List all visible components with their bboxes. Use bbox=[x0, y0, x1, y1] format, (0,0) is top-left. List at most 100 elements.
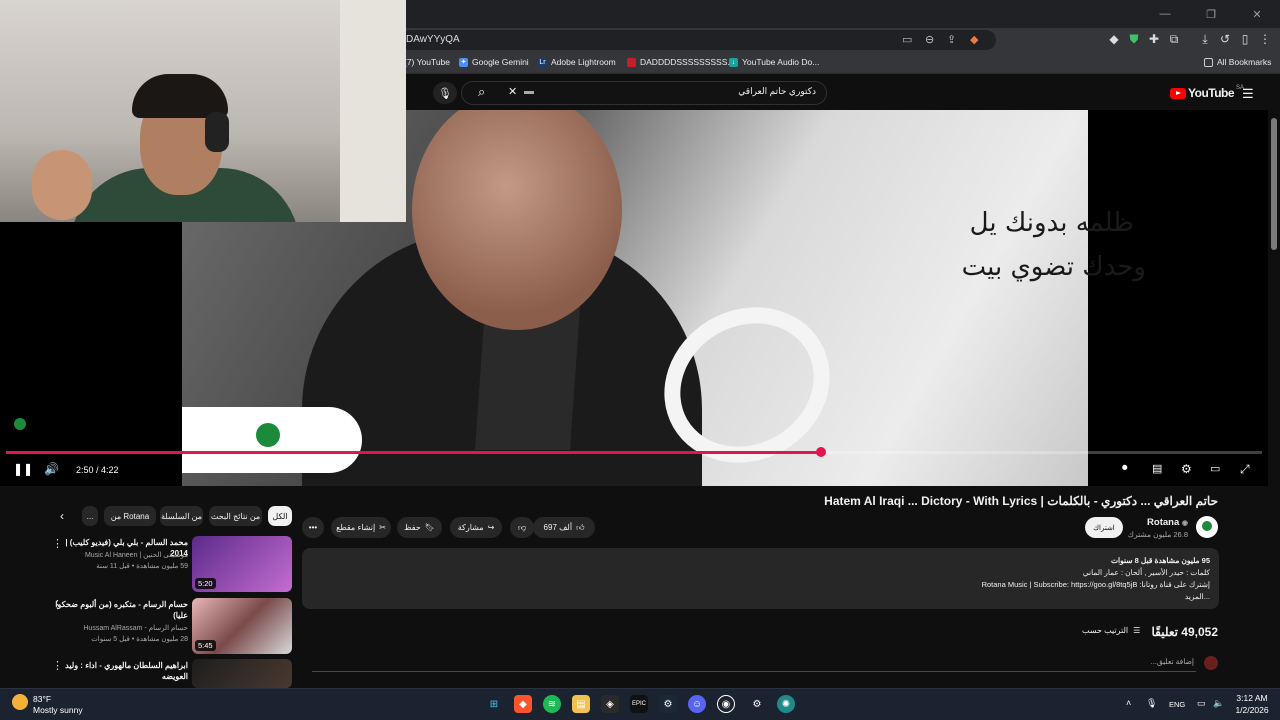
bookmark-youtube[interactable]: (7) YouTube bbox=[404, 57, 450, 67]
rec-meta-2: 28 مليون مشاهدة • قبل 5 سنوات bbox=[91, 636, 188, 643]
settings-gear-icon[interactable]: ⚙ bbox=[748, 695, 766, 713]
chevron-up-icon[interactable]: ˄ bbox=[1126, 698, 1131, 708]
channel-name[interactable]: Rotana ◉ bbox=[1147, 517, 1188, 528]
weather-desc[interactable]: Mostly sunny bbox=[33, 705, 83, 715]
scrubber-handle[interactable] bbox=[816, 447, 826, 457]
add-comment-field[interactable] bbox=[312, 671, 1196, 672]
search-query[interactable]: دكتوري حاتم العراقي bbox=[560, 86, 816, 97]
steam-icon[interactable]: ⚙ bbox=[659, 695, 677, 713]
rec-channel-2[interactable]: حسام الرسام - Hussam AlRassam bbox=[48, 623, 188, 634]
more-actions-button[interactable]: ••• bbox=[302, 517, 324, 538]
history-icon[interactable]: ↺ bbox=[1217, 32, 1233, 46]
epic-games-icon[interactable]: EPIC bbox=[630, 695, 648, 713]
search-icon[interactable]: ⌕ bbox=[478, 84, 485, 100]
spotify-icon[interactable]: ≋ bbox=[543, 695, 561, 713]
mic-tray-icon[interactable]: 🎙 bbox=[1146, 698, 1157, 709]
maximize-icon[interactable]: ❐ bbox=[1188, 0, 1234, 28]
monitor-icon[interactable]: ▭ bbox=[1197, 698, 1206, 709]
clock-date[interactable]: 1/2/2026 bbox=[1232, 705, 1272, 715]
sort-comments-button[interactable]: الترتيب حسب ☰ bbox=[1082, 626, 1140, 635]
bookmark-gemini[interactable]: ✦ Google Gemini bbox=[459, 57, 529, 67]
language-indicator[interactable]: ENG bbox=[1169, 700, 1185, 709]
cast-icon[interactable]: ▭ bbox=[902, 33, 912, 46]
rec-channel-1[interactable]: موسيقى الحنين | Music Al Haneen bbox=[48, 550, 188, 561]
bookmark-daddd[interactable]: DADDDDSSSSSSSSS... bbox=[627, 57, 734, 67]
weather-temp[interactable]: 83°F bbox=[33, 694, 51, 704]
save-button[interactable]: حفظ 🔖︎ bbox=[397, 517, 442, 538]
autoplay-toggle[interactable]: ⏺ bbox=[1122, 462, 1128, 475]
subscribe-button[interactable]: اشتراك bbox=[1085, 517, 1123, 538]
more-vertical-icon[interactable]: ⋮ bbox=[52, 598, 63, 611]
sun-icon[interactable] bbox=[12, 694, 28, 710]
rec-thumbnail-3[interactable] bbox=[192, 659, 292, 688]
chip-more[interactable]: ... bbox=[82, 506, 98, 526]
zoom-icon[interactable]: ⊖ bbox=[925, 33, 934, 46]
chip-all[interactable]: الكل bbox=[268, 506, 292, 526]
theater-mode-icon[interactable]: ▭ bbox=[1210, 462, 1220, 475]
share-page-icon[interactable]: ⇪ bbox=[947, 33, 956, 46]
chip-from-rotana[interactable]: من Rotana bbox=[104, 506, 156, 526]
url-text[interactable]: DAwYYyQA bbox=[406, 34, 460, 45]
youtube-logo[interactable]: YouTube SA bbox=[1170, 85, 1244, 100]
discord-icon[interactable]: ☺ bbox=[688, 695, 706, 713]
description-more[interactable]: ...المزيد bbox=[1185, 592, 1210, 601]
chip-from-series[interactable]: من السلسلة bbox=[160, 506, 203, 526]
more-vertical-icon[interactable]: ⋮ bbox=[52, 659, 63, 672]
sidebar-icon[interactable]: ▯ bbox=[1237, 32, 1253, 46]
file-explorer-icon[interactable]: ▤ bbox=[572, 695, 590, 713]
keyboard-icon[interactable]: ▬ bbox=[524, 86, 534, 97]
dislike-button[interactable]: 👎︎ bbox=[510, 517, 534, 538]
start-icon[interactable]: ⊞ bbox=[485, 695, 503, 713]
scrollbar-thumb[interactable] bbox=[1271, 118, 1277, 250]
rec-title-3[interactable]: ابراهيم السلطان مالهوري - اداء : وليد ال… bbox=[53, 660, 188, 682]
description-box[interactable] bbox=[302, 548, 1219, 609]
brave-shield-icon[interactable]: ◆ bbox=[970, 33, 978, 46]
downloads-icon[interactable]: ⤓ bbox=[1197, 32, 1213, 47]
speaker-icon[interactable]: 🔈 bbox=[1213, 698, 1224, 709]
all-bookmarks[interactable]: All Bookmarks bbox=[1204, 57, 1271, 67]
minimize-icon[interactable]: — bbox=[1142, 0, 1188, 28]
scissors-icon: ✂ bbox=[379, 523, 386, 532]
webcam-overlay bbox=[0, 0, 406, 222]
settings-icon[interactable]: ⚙ bbox=[1181, 462, 1192, 476]
guide-menu-icon[interactable]: ☰ bbox=[1242, 86, 1254, 102]
video-title: حاتم العراقي ... دكتوري - بالكلمات | Hat… bbox=[824, 494, 1218, 508]
bookmark-audio-download[interactable]: ↓ YouTube Audio Do... bbox=[729, 57, 819, 67]
shield-icon[interactable]: ⛊ bbox=[1126, 32, 1142, 47]
more-vertical-icon[interactable]: ⋮ bbox=[52, 537, 63, 550]
rec-thumbnail-2[interactable]: 5:45 bbox=[192, 598, 292, 654]
clip-button[interactable]: إنشاء مقطع ✂ bbox=[331, 517, 391, 538]
fullscreen-icon[interactable]: ⤢ bbox=[1240, 462, 1250, 477]
lyric-line-2: وحدك تضوي بيت bbox=[961, 252, 1146, 282]
share-icon: ↪ bbox=[487, 523, 495, 532]
brave-icon[interactable]: ◆ bbox=[514, 695, 532, 713]
close-icon[interactable]: ✕ bbox=[1234, 0, 1280, 28]
extensions-icon[interactable]: ✚ bbox=[1146, 32, 1162, 46]
obs-icon[interactable]: ◉ bbox=[717, 695, 735, 713]
add-comment-placeholder[interactable]: إضافة تعليق... bbox=[1151, 657, 1194, 666]
rec-thumbnail-1[interactable]: 5:20 bbox=[192, 536, 292, 592]
subtitles-icon[interactable]: ▤ bbox=[1152, 462, 1162, 475]
lightroom-icon: Lr bbox=[538, 57, 547, 67]
channel-avatar[interactable] bbox=[1196, 516, 1218, 538]
davinci-icon[interactable]: ◈ bbox=[601, 695, 619, 713]
extension-1-icon[interactable]: ◆ bbox=[1106, 32, 1122, 46]
headset-icon bbox=[205, 112, 229, 152]
menu-icon[interactable]: ⋮ bbox=[1257, 32, 1273, 46]
volume-icon[interactable]: 🔊 bbox=[44, 462, 59, 476]
screenshot-icon[interactable]: ⧉ bbox=[1166, 32, 1182, 47]
pause-icon[interactable]: ❚❚ bbox=[13, 462, 33, 476]
chevron-left-icon[interactable]: ‹ bbox=[60, 509, 64, 523]
voice-search-icon[interactable]: 🎙 bbox=[433, 82, 457, 104]
bookmark-lightroom[interactable]: Lr Adobe Lightroom bbox=[538, 57, 616, 67]
channel-watermark[interactable] bbox=[8, 418, 32, 438]
app-icon[interactable]: ✺ bbox=[777, 695, 795, 713]
rec-title-2[interactable]: حسام الرسام - متكبره (من ألبوم ضحكوا علي… bbox=[53, 599, 188, 621]
chip-from-search[interactable]: من نتائج البحث bbox=[209, 506, 262, 526]
like-button[interactable]: 697 ألف 👍︎ bbox=[533, 517, 595, 538]
description-credits: كلمات : حيدر الأسير , ألحان : عمار المان… bbox=[1082, 568, 1210, 577]
clock-time[interactable]: 3:12 AM bbox=[1232, 693, 1272, 703]
share-button[interactable]: مشاركة ↪ bbox=[450, 517, 502, 538]
clear-search-icon[interactable]: ✕ bbox=[508, 85, 517, 98]
rotana-logo-icon bbox=[256, 423, 280, 447]
